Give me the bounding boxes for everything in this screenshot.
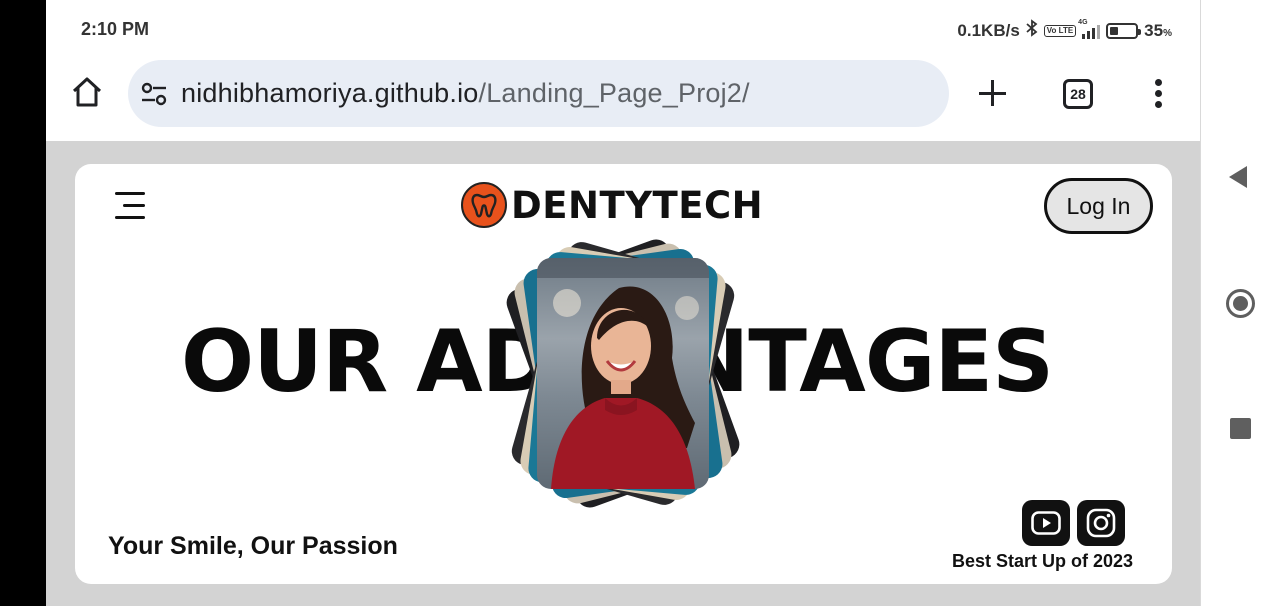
recent-apps-icon[interactable] [1230, 418, 1251, 439]
status-indicators: 0.1KB/s Vo LTE 4G 35% [957, 19, 1172, 42]
url-path: /Landing_Page_Proj2/ [478, 78, 750, 108]
network-speed: 0.1KB/s [957, 20, 1020, 40]
social-links [1022, 500, 1125, 546]
battery-icon [1106, 22, 1142, 39]
more-menu-button[interactable] [1152, 79, 1164, 109]
photo-card-stack[interactable] [485, 234, 775, 524]
status-time: 2:10 PM [81, 19, 150, 39]
hamburger-menu-icon[interactable] [111, 190, 149, 222]
tagline: Your Smile, Our Passion [108, 532, 398, 560]
home-button[interactable] [70, 75, 104, 109]
tooth-icon [461, 182, 507, 228]
left-edge-bar [0, 0, 46, 606]
browser-chrome: 2:10 PM 0.1KB/s Vo LTE 4G 35% nidhibhamo… [46, 0, 1200, 141]
youtube-icon[interactable] [1022, 500, 1070, 546]
instagram-icon[interactable] [1077, 500, 1125, 546]
home-icon [72, 77, 102, 107]
smiling-woman-photo [537, 258, 709, 489]
volte-icon: Vo LTE [1043, 24, 1077, 37]
tab-switcher-button[interactable]: 28 [1063, 79, 1093, 109]
url-text[interactable]: nidhibhamoriya.github.io/Landing_Page_Pr… [181, 78, 750, 109]
site-settings-icon[interactable] [140, 81, 168, 107]
brand-name: DENTYTECH [511, 183, 764, 227]
home-circle-icon[interactable] [1226, 289, 1255, 318]
url-host: nidhibhamoriya.github.io [181, 78, 479, 108]
brand-logo[interactable]: DENTYTECH [461, 182, 763, 228]
battery-percent: 35% [1144, 20, 1172, 40]
login-button[interactable]: Log In [1044, 178, 1153, 234]
back-icon[interactable] [1229, 166, 1247, 188]
address-bar[interactable]: nidhibhamoriya.github.io/Landing_Page_Pr… [128, 60, 949, 127]
landing-hero: DENTYTECH Log In OUR ADVANTAGES Your Smi… [75, 164, 1172, 584]
new-tab-button[interactable] [977, 77, 1009, 109]
award-text: Best Start Up of 2023 [952, 551, 1134, 571]
bluetooth-icon [1026, 19, 1038, 42]
android-nav-bar [1200, 0, 1280, 606]
signal-icon: 4G [1078, 19, 1101, 39]
